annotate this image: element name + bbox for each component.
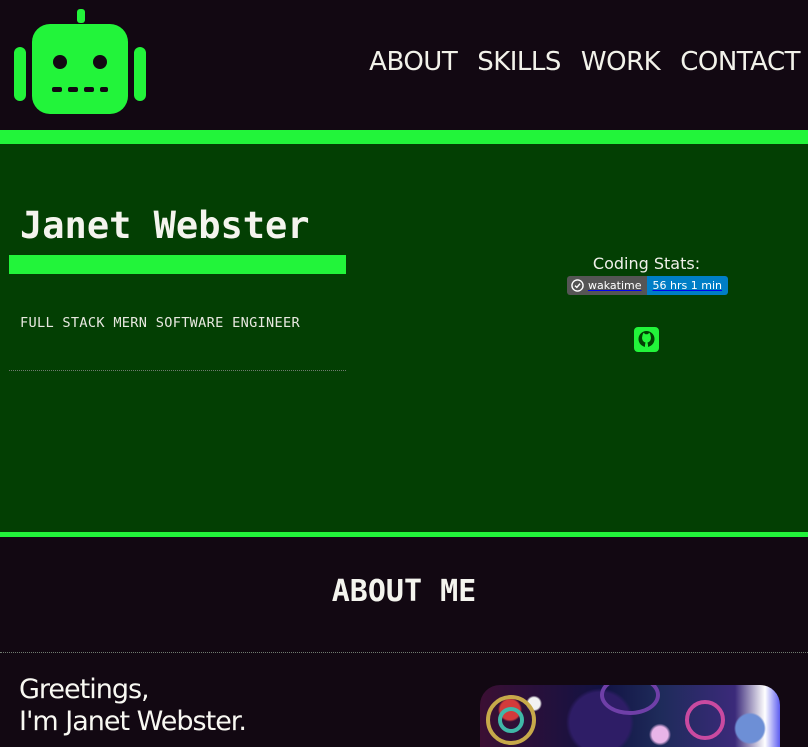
github-icon[interactable] bbox=[634, 327, 659, 352]
greeting-line-1: Greetings, bbox=[19, 674, 150, 705]
hero-name: Janet Webster bbox=[20, 204, 310, 247]
header-accent-bar bbox=[0, 130, 808, 144]
main-nav: ABOUT SKILLS WORK CONTACT bbox=[369, 42, 800, 82]
greeting-line-2: I'm Janet Webster. bbox=[19, 706, 247, 737]
nav-link-contact[interactable]: CONTACT bbox=[680, 42, 800, 82]
about-divider bbox=[0, 652, 808, 653]
nav-link-about[interactable]: ABOUT bbox=[369, 42, 458, 82]
clock-icon bbox=[571, 279, 584, 292]
hero-section: Janet Webster FULL STACK MERN SOFTWARE E… bbox=[0, 144, 808, 532]
hero-divider bbox=[9, 370, 346, 371]
badge-left: wakatime bbox=[567, 276, 647, 295]
robot-logo-icon[interactable] bbox=[14, 9, 146, 115]
coding-stats-label: Coding Stats: bbox=[592, 254, 701, 273]
profile-photo bbox=[480, 685, 780, 747]
nav-link-skills[interactable]: SKILLS bbox=[477, 42, 561, 82]
hero-role: FULL STACK MERN SOFTWARE ENGINEER bbox=[20, 315, 300, 331]
site-header: ABOUT SKILLS WORK CONTACT bbox=[0, 0, 808, 130]
nav-link-work[interactable]: WORK bbox=[581, 42, 661, 82]
hero-underline bbox=[9, 255, 346, 274]
badge-left-label: wakatime bbox=[588, 279, 642, 292]
about-title: ABOUT ME bbox=[331, 574, 477, 609]
badge-right-value: 56 hrs 1 min bbox=[646, 276, 728, 295]
about-greeting: Greetings, I'm Janet Webster. bbox=[19, 674, 247, 738]
hero-bottom-bar bbox=[0, 532, 808, 537]
wakatime-badge[interactable]: wakatime 56 hrs 1 min bbox=[567, 276, 728, 295]
